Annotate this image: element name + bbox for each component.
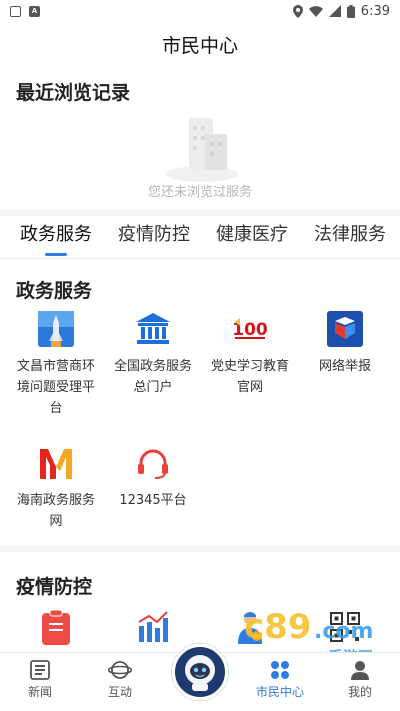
tabbar-item-interact[interactable]: 互动 bbox=[80, 653, 160, 711]
rocket-icon bbox=[37, 310, 75, 348]
page-title: 市民中心 bbox=[161, 34, 238, 57]
gov-section-title: 政务服务 bbox=[16, 280, 93, 302]
notification-a-icon: A bbox=[29, 5, 40, 17]
empty-buildings-icon bbox=[166, 118, 238, 182]
section-divider bbox=[0, 546, 400, 552]
service-item-wenchang[interactable]: 文昌市营商环境问题受理平台 bbox=[6, 310, 106, 419]
service-item-12345[interactable]: 12345平台 bbox=[103, 444, 203, 511]
service-item-national-portal[interactable]: 全国政务服务总门户 bbox=[103, 310, 203, 398]
hainan-m-logo-icon bbox=[37, 444, 75, 482]
epidemic-item-1[interactable] bbox=[6, 608, 106, 646]
bar-chart-icon bbox=[134, 608, 172, 646]
battery-icon bbox=[346, 4, 355, 18]
service-item-label: 文昌市营商环境问题受理平台 bbox=[16, 359, 95, 416]
party-history-100-icon: 100 bbox=[231, 310, 269, 348]
tab-epidemic[interactable]: 疫情防控 bbox=[118, 220, 190, 252]
user-icon bbox=[351, 661, 369, 680]
tabbar-label: 互动 bbox=[107, 685, 132, 699]
svg-text:c89: c89 bbox=[244, 607, 311, 647]
epidemic-section-title: 疫情防控 bbox=[16, 576, 93, 598]
notification-square-icon bbox=[10, 5, 21, 17]
wifi-icon bbox=[308, 5, 323, 17]
recent-browsing-section: 最近浏览记录 您还未浏览过服务 bbox=[0, 66, 400, 210]
status-bar: A 6:39 bbox=[0, 0, 400, 22]
epidemic-item-2[interactable] bbox=[103, 608, 203, 646]
tabbar-item-citizen-center[interactable]: 市民中心 bbox=[240, 653, 320, 711]
status-right: 6:39 bbox=[292, 3, 390, 19]
tab-health[interactable]: 健康医疗 bbox=[216, 220, 288, 252]
empty-state-text: 您还未浏览过服务 bbox=[147, 185, 252, 200]
planet-icon bbox=[108, 661, 132, 679]
tabbar-label: 我的 bbox=[347, 685, 372, 699]
service-item-label: 党史学习教育官网 bbox=[210, 359, 289, 395]
astronaut-mascot-icon bbox=[185, 655, 215, 691]
svg-text:.com: .com bbox=[314, 619, 373, 644]
headset-icon bbox=[134, 444, 172, 482]
news-icon bbox=[30, 660, 50, 680]
service-item-label: 网络举报 bbox=[318, 359, 371, 374]
tab-legal[interactable]: 法律服务 bbox=[314, 220, 386, 252]
tabbar-item-mine[interactable]: 我的 bbox=[320, 653, 400, 711]
report-shield-icon bbox=[326, 310, 364, 348]
service-item-label: 12345平台 bbox=[119, 493, 187, 508]
status-time: 6:39 bbox=[360, 3, 390, 19]
service-item-label: 海南政务服务网 bbox=[16, 493, 95, 529]
service-item-online-report[interactable]: 网络举报 bbox=[295, 310, 395, 377]
tab-rule bbox=[0, 258, 400, 259]
signal-icon bbox=[328, 5, 341, 17]
tabbar-label: 新闻 bbox=[27, 685, 52, 699]
service-item-hainan-gov[interactable]: 海南政务服务网 bbox=[6, 444, 106, 532]
status-left: A bbox=[10, 5, 40, 17]
tab-gov-services[interactable]: 政务服务 bbox=[20, 220, 92, 252]
recent-browsing-title: 最近浏览记录 bbox=[16, 82, 131, 104]
service-item-label: 全国政务服务总门户 bbox=[113, 359, 192, 395]
clipboard-icon bbox=[37, 608, 75, 646]
tabbar-label: 市民中心 bbox=[255, 685, 304, 699]
page-header: 市民中心 bbox=[0, 22, 400, 66]
category-tabs: 政务服务 疫情防控 健康医疗 法律服务 bbox=[0, 216, 400, 256]
government-building-icon bbox=[134, 310, 172, 348]
tabbar-item-news[interactable]: 新闻 bbox=[0, 653, 80, 711]
center-mascot-button[interactable] bbox=[172, 644, 228, 700]
citizen-center-icon bbox=[271, 661, 289, 679]
service-item-party-history[interactable]: 100 党史学习教育官网 bbox=[200, 310, 300, 398]
location-icon bbox=[292, 4, 303, 18]
